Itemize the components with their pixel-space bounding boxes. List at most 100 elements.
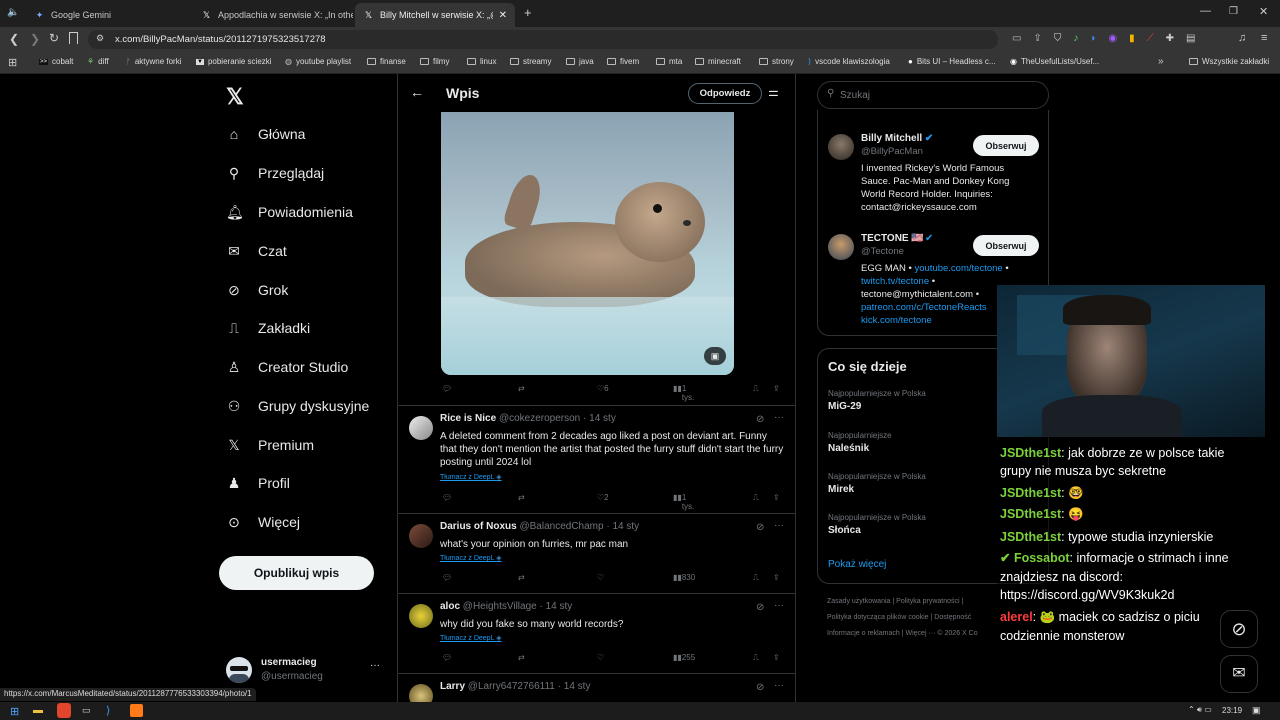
more-icon[interactable]: ··· (774, 680, 784, 691)
reply-tweet[interactable]: Larry @Larry6472766111 · 14 sty ⊘ ··· (398, 673, 795, 702)
nav-communities[interactable]: ⚇ Grupy dyskusyjne (226, 398, 370, 414)
clock[interactable]: 23:19 (1222, 706, 1242, 715)
reply-button[interactable]: Odpowiedz (688, 83, 762, 104)
trend-item[interactable]: Najpopularniejsze w Polska Mirek (828, 472, 926, 495)
reply-tweet[interactable]: Darius of Noxus @BalancedChamp · 14 sty … (398, 513, 795, 593)
brave-icon[interactable] (57, 703, 71, 718)
grok-icon[interactable]: ⊘ (756, 414, 764, 425)
all-bookmarks[interactable]: Wszystkie zakładki (1189, 57, 1269, 66)
more-icon[interactable]: ··· (774, 412, 784, 423)
bookmark-vscode[interactable]: ⟩ vscode klawiszologia (808, 57, 890, 66)
notification-icon[interactable]: ▣ (1252, 705, 1261, 716)
like-button[interactable]: ♡ 6 (597, 384, 609, 393)
share-icon[interactable]: ⇪ (773, 384, 780, 393)
x-logo-icon[interactable]: 𝕏 (226, 84, 244, 110)
screen-cast-icon[interactable]: ▭ (1012, 33, 1021, 44)
app-icon[interactable] (130, 704, 143, 717)
red-extension-icon[interactable]: ⟋ (1147, 33, 1154, 44)
tab-billy-mitchell[interactable]: 𝕏 Billy Mitchell w serwisie X: „@Tect ✕ (355, 3, 515, 27)
reply-icon[interactable]: 💬︎ (442, 653, 452, 662)
audio-extension-icon[interactable]: ◗ (1090, 33, 1096, 44)
account-switcher[interactable]: usermacieg @usermacieg ··· (226, 654, 386, 686)
reply-tweet[interactable]: aloc @HeightsVillage · 14 sty ⊘ ··· why … (398, 593, 795, 673)
messages-floating-button[interactable]: ✉ (1220, 655, 1258, 693)
bookmark-icon[interactable]: ⎍ (753, 653, 759, 663)
filter-icon[interactable]: ⚌ (768, 85, 779, 99)
views-button[interactable]: ▮▮ 830 (673, 573, 695, 582)
nav-creator-studio[interactable]: ♙ Creator Studio (226, 359, 349, 375)
views-button[interactable]: ▮▮ 1 tys. (673, 384, 694, 402)
retweet-icon[interactable]: ⇄ (518, 573, 525, 582)
share-icon[interactable]: ⇪ (773, 573, 780, 582)
tab-close-icon[interactable]: ✕ (499, 10, 507, 21)
puzzle-icon[interactable]: ✚ (1166, 33, 1174, 44)
yellow-extension-icon[interactable]: ▮ (1129, 33, 1135, 44)
show-more-link[interactable]: Pokaż więcej (828, 559, 886, 570)
reload-icon[interactable]: ↻ (49, 31, 59, 45)
forward-icon[interactable]: ❯ (30, 32, 40, 46)
apps-grid-icon[interactable]: ⊞ (8, 56, 17, 69)
reply-tweet[interactable]: Rice is Nice @cokezeroperson · 14 sty ⊘ … (398, 405, 795, 513)
bookmark-youtube-playlist[interactable]: ◍ youtube playlist (285, 57, 351, 66)
retweet-icon[interactable]: ⇄ (518, 653, 525, 662)
badge-extension-icon[interactable]: ◉ (1108, 33, 1117, 44)
bookmark-minecraft[interactable]: minecraft (695, 57, 741, 66)
minimize-icon[interactable]: — (1200, 5, 1211, 17)
grok-icon[interactable]: ⊘ (756, 602, 764, 613)
site-settings-icon[interactable]: ⚙ (96, 33, 104, 44)
nav-home[interactable]: ⌂ Główna (226, 126, 306, 142)
more-icon[interactable]: ··· (774, 600, 784, 611)
nav-premium[interactable]: 𝕏 Premium (226, 437, 314, 453)
back-icon[interactable]: ❮ (9, 32, 19, 46)
bookmark-icon[interactable]: ⎍ (753, 493, 759, 503)
share-icon[interactable]: ⇪ (1033, 33, 1041, 44)
post-button[interactable]: Opublikuj wpis (219, 556, 374, 590)
nav-explore[interactable]: ⚲ Przeglądaj (226, 165, 324, 181)
nav-bookmarks[interactable]: ⎍ Zakładki (226, 320, 310, 336)
reply-icon[interactable]: 💬︎ (442, 493, 452, 502)
bookmark-filmy[interactable]: filmy (420, 57, 449, 66)
tweet-image[interactable]: ▣ (441, 112, 734, 375)
nav-chat[interactable]: ✉ Czat (226, 243, 287, 259)
tab-appodlachia[interactable]: 𝕏 Appodlachia w serwisie X: „In other c (193, 3, 353, 27)
share-icon[interactable]: ⇪ (773, 493, 780, 502)
grok-icon[interactable]: ⊘ (756, 682, 764, 693)
explorer-icon[interactable]: ▬ (33, 705, 43, 716)
reply-icon[interactable]: 💬︎ (442, 573, 452, 582)
trend-item[interactable]: Najpopularniejsze w Polska MiG-29 (828, 389, 926, 412)
bookmark-icon[interactable]: ⎍ (753, 384, 759, 394)
close-window-icon[interactable]: ✕ (1259, 5, 1268, 18)
views-button[interactable]: ▮▮ 255 (673, 653, 695, 662)
tray-icons[interactable]: ⌃ 🔊︎ ▭ (1188, 705, 1212, 715)
nav-more[interactable]: ⊙ Więcej (226, 514, 300, 530)
retweet-icon[interactable]: ⇄ (518, 493, 525, 502)
sidebar-icon[interactable]: ▤ (1186, 33, 1195, 44)
new-tab-icon[interactable]: + (524, 5, 532, 20)
nav-notifications[interactable]: 🔔︎ Powiadomienia (226, 204, 353, 220)
trend-item[interactable]: Najpopularniejsze Naleśnik (828, 431, 892, 454)
bookmark-icon[interactable]: ⎍ (753, 573, 759, 583)
windows-start-icon[interactable]: ⊞ (10, 705, 19, 718)
music-extension-icon[interactable]: ♪ (1073, 33, 1078, 44)
sound-icon[interactable]: 🔈 (7, 7, 19, 18)
bookmark-mta[interactable]: mta (656, 57, 682, 66)
views-button[interactable]: ▮▮ 1 tys. (673, 493, 694, 511)
bookmarks-overflow-icon[interactable]: » (1158, 56, 1164, 67)
bookmark-streamy[interactable]: streamy (510, 57, 551, 66)
menu-icon[interactable]: ≡ (1261, 32, 1267, 44)
bookmark-java[interactable]: java (566, 57, 594, 66)
terminal-icon[interactable]: ▭ (82, 705, 91, 716)
bookmark-aktywne-forki[interactable]: ᚠ aktywne forki (126, 57, 182, 66)
shield-icon[interactable]: ⛉ (1054, 33, 1062, 44)
bookmark-strony[interactable]: strony (759, 57, 794, 66)
bookmark-finanse[interactable]: finanse (367, 57, 406, 66)
translate-link[interactable]: Tłumacz z DeepL ◈ (440, 473, 502, 481)
more-icon[interactable]: ··· (370, 660, 380, 671)
reply-icon[interactable]: 💬︎ (442, 384, 452, 393)
trend-item[interactable]: Najpopularniejsze w Polska Słońca (828, 513, 926, 536)
url-field[interactable]: ⚙ x.com/BillyPacMan/status/2011271975323… (88, 30, 998, 49)
bookmark-diff[interactable]: ⚘ diff (87, 57, 109, 66)
back-arrow-icon[interactable]: ← (410, 84, 424, 100)
restore-icon[interactable]: ❐ (1229, 6, 1238, 17)
bookmark-linux[interactable]: linux (467, 57, 496, 66)
